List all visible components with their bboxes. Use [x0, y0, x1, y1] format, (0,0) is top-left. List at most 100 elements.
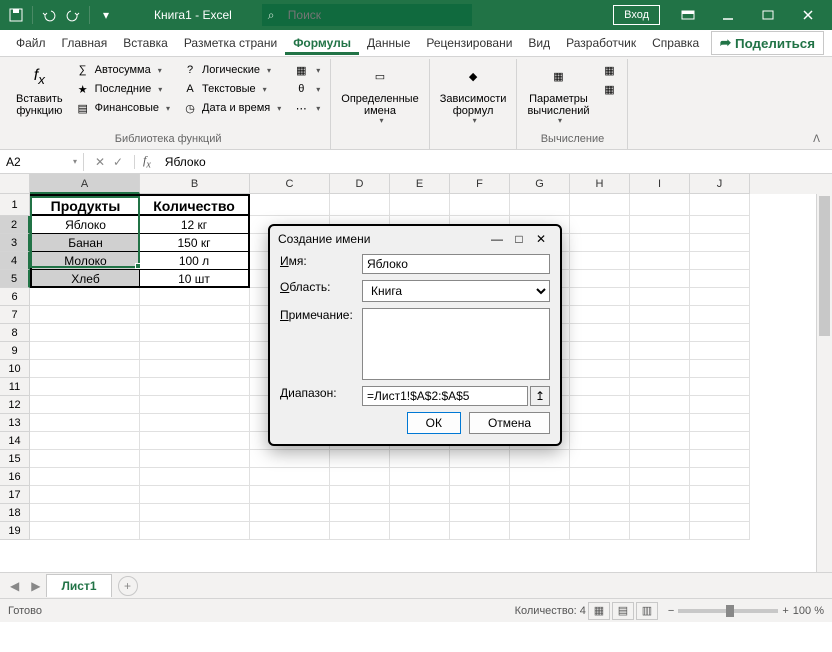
cell[interactable] — [690, 486, 750, 504]
cell[interactable] — [30, 468, 140, 486]
column-header[interactable]: E — [390, 174, 450, 194]
cell[interactable] — [570, 396, 630, 414]
zoom-out-button[interactable]: − — [668, 605, 674, 617]
row-header[interactable]: 17 — [0, 486, 30, 504]
formula-auditing-button[interactable]: ◆Зависимости формул — [436, 61, 511, 128]
vertical-scrollbar[interactable] — [816, 194, 832, 572]
cell[interactable] — [630, 342, 690, 360]
row-header[interactable]: 9 — [0, 342, 30, 360]
search-input[interactable] — [262, 4, 472, 26]
tab-page-layout[interactable]: Разметка страни — [176, 32, 285, 54]
collapse-ribbon-icon[interactable]: ᐱ — [807, 130, 826, 149]
cell[interactable]: 10 шт — [140, 270, 250, 288]
cell[interactable] — [630, 450, 690, 468]
cell[interactable]: Банан — [30, 234, 140, 252]
cell[interactable] — [630, 486, 690, 504]
cell[interactable] — [630, 252, 690, 270]
cell[interactable] — [570, 450, 630, 468]
datetime-button[interactable]: ◷Дата и время — [178, 99, 285, 117]
share-button[interactable]: ➦Поделиться — [711, 31, 824, 55]
cell[interactable] — [690, 414, 750, 432]
row-header[interactable]: 4 — [0, 252, 30, 270]
cell[interactable] — [30, 342, 140, 360]
cancel-formula-icon[interactable]: ✕ — [92, 155, 108, 169]
sheet-nav-next-icon[interactable]: ▶ — [25, 579, 46, 593]
row-header[interactable]: 7 — [0, 306, 30, 324]
cell[interactable] — [690, 468, 750, 486]
cell[interactable] — [450, 450, 510, 468]
tab-data[interactable]: Данные — [359, 32, 418, 54]
cell[interactable] — [450, 486, 510, 504]
cell[interactable] — [570, 360, 630, 378]
save-icon[interactable] — [4, 3, 28, 27]
range-input[interactable] — [362, 386, 528, 406]
cell[interactable] — [30, 378, 140, 396]
close-icon[interactable] — [788, 0, 828, 30]
cell[interactable] — [510, 194, 570, 216]
redo-icon[interactable] — [61, 3, 85, 27]
row-header[interactable]: 10 — [0, 360, 30, 378]
tab-review[interactable]: Рецензировани — [418, 32, 520, 54]
select-all-corner[interactable] — [0, 174, 30, 194]
cell[interactable] — [570, 414, 630, 432]
dialog-minimize-icon[interactable]: — — [486, 232, 508, 246]
ribbon-options-icon[interactable] — [668, 0, 708, 30]
cell[interactable] — [330, 486, 390, 504]
minimize-icon[interactable] — [708, 0, 748, 30]
tab-developer[interactable]: Разработчик — [558, 32, 644, 54]
more-button[interactable]: ⋯ — [289, 99, 324, 117]
row-header[interactable]: 2 — [0, 216, 30, 234]
cell[interactable] — [140, 306, 250, 324]
cell[interactable] — [570, 522, 630, 540]
cell[interactable] — [30, 486, 140, 504]
cell[interactable] — [570, 288, 630, 306]
cell[interactable]: Яблоко — [30, 216, 140, 234]
tab-file[interactable]: Файл — [8, 32, 54, 54]
cell[interactable] — [690, 522, 750, 540]
column-header[interactable]: H — [570, 174, 630, 194]
cell[interactable] — [390, 194, 450, 216]
cell[interactable] — [250, 194, 330, 216]
cell[interactable] — [30, 396, 140, 414]
cell[interactable] — [140, 450, 250, 468]
cell[interactable] — [390, 504, 450, 522]
cell[interactable] — [570, 270, 630, 288]
sheet-nav-prev-icon[interactable]: ◀ — [4, 579, 25, 593]
row-header[interactable]: 6 — [0, 288, 30, 306]
cell[interactable] — [690, 270, 750, 288]
cell[interactable] — [140, 342, 250, 360]
qa-dropdown-icon[interactable]: ▾ — [94, 3, 118, 27]
text-button[interactable]: AТекстовые — [178, 80, 285, 98]
cell[interactable] — [690, 194, 750, 216]
cell[interactable] — [390, 522, 450, 540]
zoom-in-button[interactable]: + — [782, 605, 788, 617]
cell[interactable] — [30, 306, 140, 324]
calc-sheet-button[interactable]: ▦ — [597, 80, 621, 98]
cell[interactable] — [510, 450, 570, 468]
cell[interactable] — [630, 194, 690, 216]
cell[interactable]: Продукты — [30, 194, 140, 216]
cell[interactable] — [140, 504, 250, 522]
row-header[interactable]: 14 — [0, 432, 30, 450]
cell[interactable] — [140, 486, 250, 504]
cell[interactable] — [510, 486, 570, 504]
defined-names-button[interactable]: ▭Определенные имена — [337, 61, 422, 128]
cell[interactable] — [140, 468, 250, 486]
cell[interactable] — [450, 194, 510, 216]
column-header[interactable]: A — [30, 174, 140, 194]
cell[interactable] — [630, 234, 690, 252]
cell[interactable] — [630, 504, 690, 522]
cell[interactable]: 150 кг — [140, 234, 250, 252]
cell[interactable]: 12 кг — [140, 216, 250, 234]
cell[interactable] — [30, 450, 140, 468]
normal-view-icon[interactable]: ▦ — [588, 602, 610, 620]
cell[interactable] — [30, 414, 140, 432]
collapse-dialog-icon[interactable]: ↥ — [530, 386, 550, 406]
cell[interactable] — [630, 522, 690, 540]
cell[interactable] — [630, 396, 690, 414]
row-header[interactable]: 13 — [0, 414, 30, 432]
cell[interactable] — [140, 360, 250, 378]
cell[interactable] — [630, 378, 690, 396]
cell[interactable] — [390, 486, 450, 504]
cell[interactable] — [390, 468, 450, 486]
